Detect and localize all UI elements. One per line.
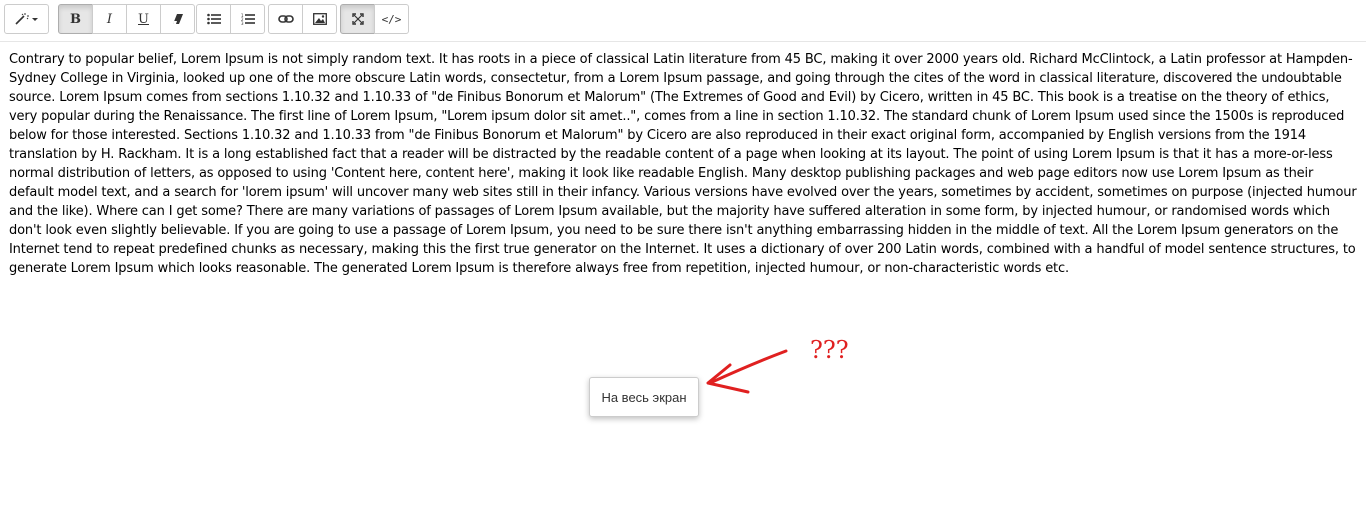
codeview-button[interactable]: </> [374, 4, 409, 34]
editor-content[interactable]: Contrary to popular belief, Lorem Ipsum … [9, 50, 1359, 278]
magic-wand-icon [14, 13, 38, 25]
svg-text:3: 3 [241, 21, 244, 25]
fullscreen-icon [351, 13, 364, 25]
remove-format-button[interactable] [160, 4, 195, 34]
style-group [4, 4, 49, 34]
fullscreen-button[interactable] [340, 4, 375, 34]
italic-label: I [106, 11, 113, 27]
style-dropdown-button[interactable] [4, 4, 49, 34]
view-group: </> [340, 4, 409, 34]
unordered-list-icon [206, 13, 221, 25]
italic-button[interactable]: I [92, 4, 127, 34]
bold-label: B [70, 11, 81, 27]
link-icon [277, 15, 294, 23]
bold-button[interactable]: B [58, 4, 93, 34]
link-button[interactable] [268, 4, 303, 34]
fullscreen-tooltip: На весь экран [589, 377, 699, 417]
underline-button[interactable]: U [126, 4, 161, 34]
editor-toolbar: B I U 1 2 3 </> [0, 0, 1366, 42]
underline-label: U [138, 11, 149, 27]
font-group: B I U [58, 4, 195, 34]
codeview-label: </> [381, 12, 402, 26]
picture-button[interactable] [302, 4, 337, 34]
list-group: 1 2 3 [196, 4, 265, 34]
unordered-list-button[interactable] [196, 4, 231, 34]
ordered-list-icon: 1 2 3 [241, 13, 255, 25]
eraser-icon [172, 14, 183, 24]
picture-icon [312, 13, 327, 25]
red-arrow-annotation [706, 349, 788, 394]
question-marks-annotation: ??? [810, 336, 849, 364]
ordered-list-button[interactable]: 1 2 3 [230, 4, 265, 34]
insert-group [268, 4, 337, 34]
